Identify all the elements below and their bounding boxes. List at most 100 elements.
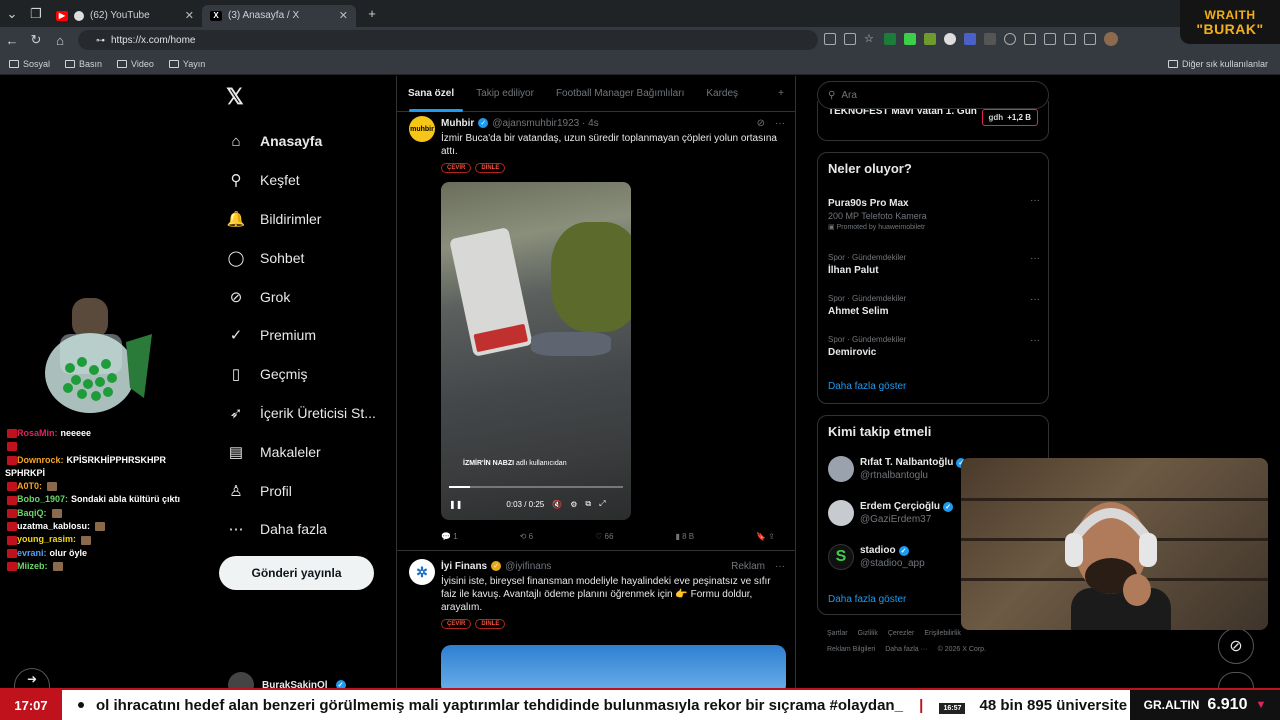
tab-kardes[interactable]: Kardeş	[695, 76, 749, 112]
show-more-link[interactable]: Daha fazla göster	[828, 594, 906, 605]
show-more-link[interactable]: Daha fazla göster	[828, 381, 906, 392]
favorites-icon[interactable]	[1044, 33, 1056, 45]
messages-fab[interactable]	[1218, 672, 1254, 688]
tab-x[interactable]: X (3) Anasayfa / X ✕	[202, 4, 356, 27]
reply-button[interactable]: 💬 1	[441, 532, 458, 541]
x-footer-links: Şartlar Gizlilik Çerezler Erişilebilirlik R…	[827, 626, 1037, 658]
trend-more-icon[interactable]: ···	[1030, 294, 1040, 305]
bookmark-share-buttons[interactable]: 🔖 ⇪	[756, 532, 775, 541]
extension-s-icon[interactable]	[984, 33, 996, 45]
grok-fab-icon[interactable]: ⊘	[1218, 628, 1254, 664]
views-button[interactable]: ▮ 8 B	[675, 532, 694, 541]
downloads-icon[interactable]	[1084, 33, 1096, 45]
like-button[interactable]: ♡ 66	[595, 532, 613, 541]
more-options-icon[interactable]: ···	[775, 561, 785, 572]
footer-link[interactable]: Reklam Bilgileri	[827, 646, 875, 653]
new-tab-button[interactable]: +	[360, 6, 384, 21]
scroll-fab[interactable]: ➜	[14, 668, 50, 688]
extension-grid-icon[interactable]	[924, 33, 936, 45]
nav-item-grok[interactable]: ⊘ Grok	[222, 277, 376, 316]
bookmark-folder-yayin[interactable]: Yayın	[168, 59, 205, 69]
nav-item-more[interactable]: ⋯ Daha fazla	[222, 510, 376, 549]
tweet-avatar[interactable]: muhbir	[409, 116, 435, 142]
tweet-handle[interactable]: @iyifinans	[505, 561, 551, 572]
tab-for-you[interactable]: Sana özel	[397, 76, 465, 112]
extension-hd-icon[interactable]	[904, 33, 916, 45]
nav-item-search[interactable]: ⚲ Keşfet	[222, 161, 376, 200]
nav-item-articles[interactable]: ▤ Makaleler	[222, 432, 376, 471]
bookmark-folder-video[interactable]: Video	[117, 59, 154, 69]
bookmark-folder-sosyal[interactable]: Sosyal	[9, 59, 50, 69]
more-options-icon[interactable]: ···	[775, 118, 785, 129]
footer-link[interactable]: Gizlilik	[858, 630, 878, 637]
tweet-author[interactable]: Muhbir	[441, 118, 474, 129]
site-info-icon[interactable]: ⊶	[96, 35, 105, 46]
x-logo-icon[interactable]: 𝕏	[226, 84, 244, 110]
footer-link[interactable]: Daha fazla ···	[885, 646, 927, 653]
grok-icon[interactable]: ⊘	[757, 118, 765, 129]
trend-more-icon[interactable]: ···	[1030, 253, 1040, 264]
workspaces-icon[interactable]: ❐	[24, 6, 48, 22]
trend-item[interactable]: Pura90s Pro Max 200 MP Telefoto Kamera ▣…	[828, 195, 1040, 231]
add-feed-tab-button[interactable]: +	[767, 76, 795, 112]
reload-icon[interactable]: ↻	[24, 32, 48, 48]
home-browser-icon[interactable]: ⌂	[48, 33, 72, 48]
extensions-puzzle-icon[interactable]	[1004, 33, 1016, 45]
trend-more-icon[interactable]: ···	[1030, 335, 1040, 346]
footer-link[interactable]: Çerezler	[888, 630, 914, 637]
nav-item-profile[interactable]: ♙ Profil	[222, 471, 376, 510]
bookmark-folder-basin[interactable]: Basın	[65, 59, 102, 69]
fullscreen-icon[interactable]: ⤢	[599, 499, 605, 509]
repost-button[interactable]: ⟲ 6	[520, 532, 533, 541]
back-icon[interactable]: ←	[0, 33, 24, 48]
nav-item-chat[interactable]: ◯ Sohbet	[222, 238, 376, 277]
pip-icon[interactable]: ⧉	[585, 499, 591, 509]
search-input[interactable]: ⚲ Ara	[817, 81, 1049, 109]
extension-round-icon[interactable]	[944, 33, 956, 45]
footer-link[interactable]: Erişilebilirlik	[924, 630, 961, 637]
tab-following[interactable]: Takip ediliyor	[465, 76, 545, 112]
tweet-handle[interactable]: @ajansmuhbir1923 · 4s	[492, 118, 598, 129]
follow-suggestion[interactable]: S stadioo ✓ @stadioo_app	[828, 544, 925, 570]
translate-chip[interactable]: ÇEVİR	[441, 163, 472, 173]
follow-suggestion[interactable]: Rıfat T. Nalbantoğlu✓@rtnalbantoglu	[828, 456, 967, 482]
follow-suggestion[interactable]: Erdem Çerçioğlu ✓ @GaziErdem37	[828, 500, 954, 526]
footer-link[interactable]: Şartlar	[827, 630, 848, 637]
profile-avatar-icon[interactable]	[1104, 32, 1118, 46]
nav-item-bookmark[interactable]: ▯ Geçmiş	[222, 355, 376, 394]
tweet-author[interactable]: İyi Finans	[441, 561, 487, 572]
translate-chip[interactable]: ÇEVİR	[441, 619, 472, 629]
settings-icon[interactable]: ⚙	[570, 500, 577, 509]
trend-item[interactable]: Spor · Gündemdekiler Demirovic ···	[828, 335, 1040, 358]
mute-icon[interactable]: 🔇	[552, 500, 562, 509]
nav-item-home[interactable]: ⌂ Anasayfa	[222, 122, 376, 161]
extension-green-icon[interactable]	[884, 33, 896, 45]
close-tab-icon[interactable]: ✕	[185, 9, 194, 22]
listen-chip[interactable]: DİNLE	[475, 619, 506, 629]
nav-item-bell[interactable]: 🔔 Bildirimler	[222, 200, 376, 239]
favorite-star-icon[interactable]: ☆	[864, 33, 876, 45]
read-aloud-icon[interactable]	[844, 33, 856, 45]
reader-icon[interactable]	[824, 33, 836, 45]
tweet-video[interactable]: İZMİR'İN NABZI adlı kullanıcıdan ❚❚ 0:03…	[441, 182, 631, 520]
post-button[interactable]: Gönderi yayınla	[219, 556, 374, 590]
tab-fm-list[interactable]: Football Manager Bağımlıları	[545, 76, 695, 112]
trend-item[interactable]: Spor · Gündemdekiler İlhan Palut ···	[828, 253, 1040, 276]
extension-blue-icon[interactable]	[964, 33, 976, 45]
tweet-iyifinans[interactable]: ✲ İyi Finans ✓ @iyifinans Reklam ··· İyis…	[397, 551, 795, 695]
close-tab-icon[interactable]: ✕	[339, 9, 348, 22]
url-field[interactable]: ⊶ https://x.com/home	[78, 30, 818, 50]
tab-youtube[interactable]: ▶ (62) YouTube ✕	[48, 5, 202, 27]
nav-item-premium[interactable]: ✓ Premium	[222, 316, 376, 355]
tweet-muhbir[interactable]: muhbir Muhbir ✓ @ajansmuhbir1923 · 4s ⊘ ·…	[397, 112, 795, 544]
tab-list-chevron-icon[interactable]: ⌄	[0, 6, 24, 22]
collections-icon[interactable]	[1064, 33, 1076, 45]
trend-more-icon[interactable]: ···	[1030, 195, 1040, 206]
listen-chip[interactable]: DİNLE	[475, 163, 506, 173]
nav-item-rocket[interactable]: ➶ İçerik Üreticisi St...	[222, 394, 376, 433]
tweet-avatar-iyifinans[interactable]: ✲	[409, 559, 435, 585]
split-screen-icon[interactable]	[1024, 33, 1036, 45]
trend-item[interactable]: Spor · Gündemdekiler Ahmet Selim ···	[828, 294, 1040, 317]
other-bookmarks[interactable]: Diğer sık kullanılanlar	[1167, 59, 1268, 69]
pause-icon[interactable]: ❚❚	[449, 500, 462, 509]
